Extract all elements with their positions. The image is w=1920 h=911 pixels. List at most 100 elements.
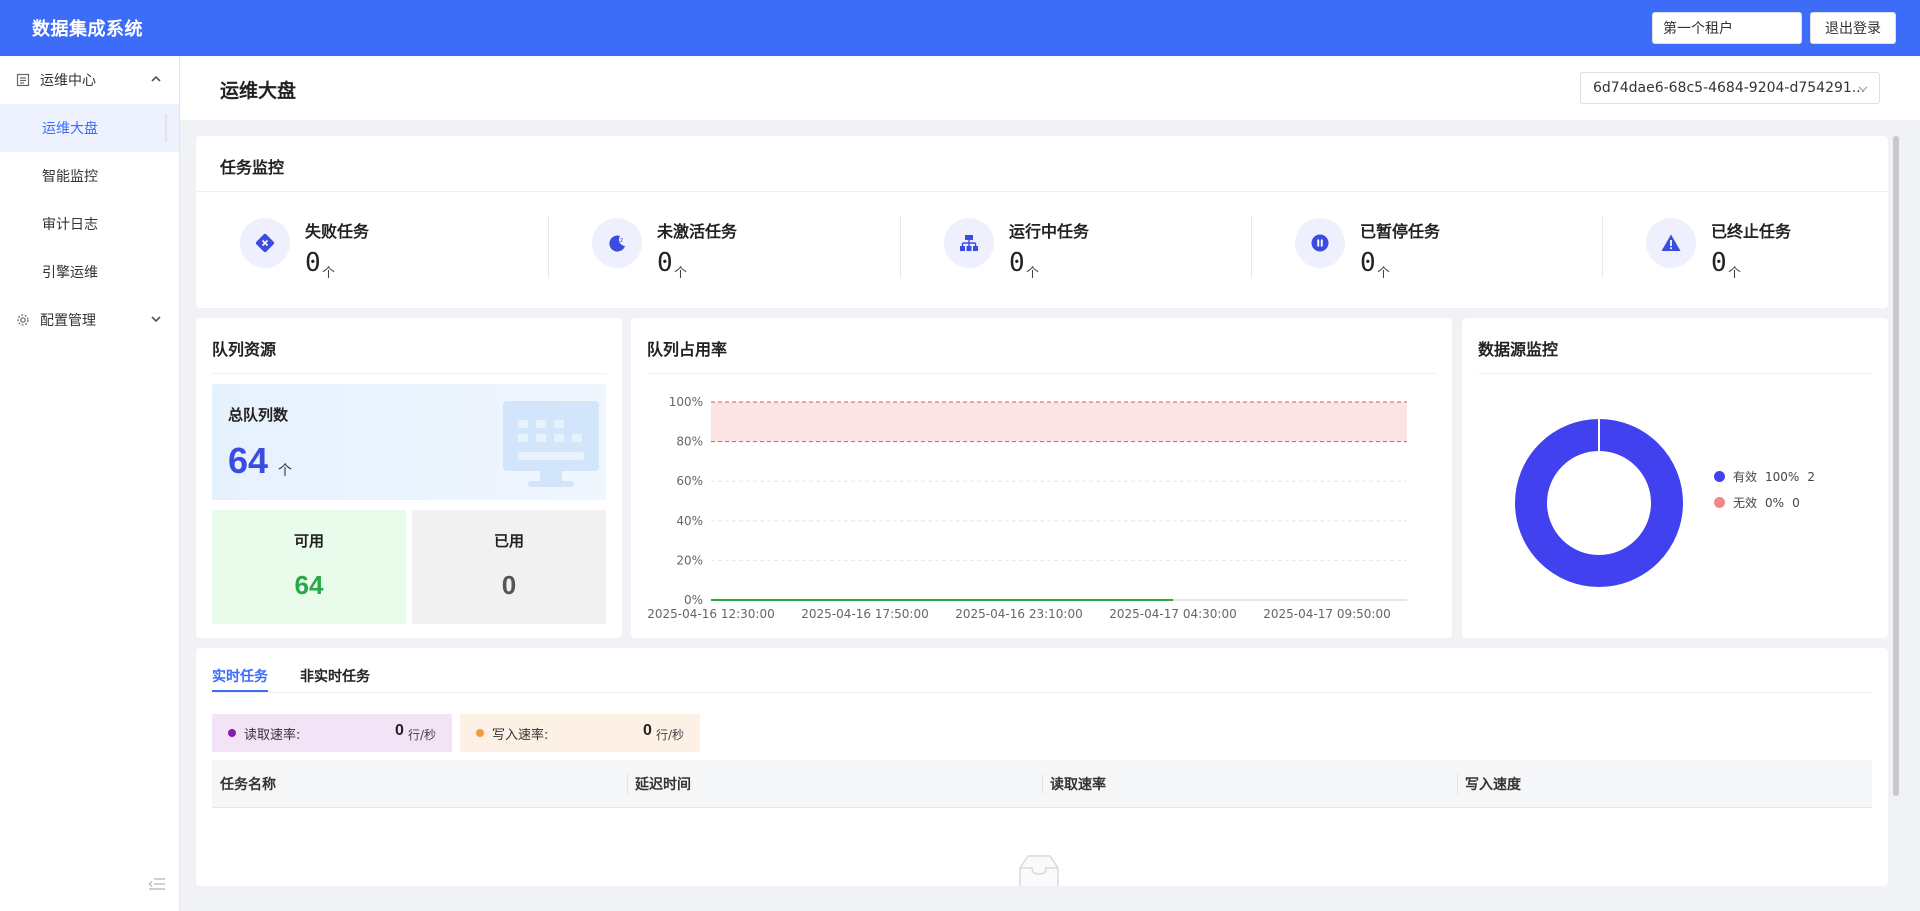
x-tick-label: 2025-04-16 12:30:00 [647, 607, 774, 621]
pie-slice [1515, 419, 1683, 587]
legend-count: 0 [1792, 495, 1800, 510]
stat-running-tasks[interactable]: 运行中任务 0 个 [900, 192, 1238, 308]
legend-dot [1714, 471, 1725, 482]
sidebar-item-engine-ops[interactable]: 引擎运维 [0, 248, 179, 296]
stat-value: 0 [1360, 248, 1376, 278]
stat-value: 0 [657, 248, 673, 278]
available-label: 可用 [293, 532, 324, 550]
chevron-down-icon [1857, 83, 1869, 95]
stat-failed-tasks[interactable]: 失败任务 0 个 [196, 192, 534, 308]
chevron-down-icon [149, 312, 163, 326]
y-tick-label: 20% [676, 553, 703, 567]
tab-realtime-tasks[interactable]: 实时任务 [212, 666, 268, 686]
page-scrollbar[interactable] [1893, 136, 1899, 796]
stat-label: 未激活任务 [657, 222, 738, 241]
total-queues-label: 总队列数 [228, 406, 289, 424]
collapse-sidebar-icon[interactable] [148, 877, 166, 891]
column-header-write-speed[interactable]: 写入速度 [1465, 774, 1521, 794]
x-tick-label: 2025-04-16 17:50:00 [801, 607, 928, 621]
gear-icon [16, 313, 30, 327]
page-title: 运维大盘 [220, 80, 297, 102]
stat-unit: 个 [1026, 266, 1040, 281]
y-tick-label: 40% [676, 514, 703, 528]
legend-percent: 100% [1765, 469, 1800, 484]
stat-paused-tasks[interactable]: 已暂停任务 0 个 [1251, 192, 1589, 308]
divider [1042, 774, 1043, 794]
legend-item-valid[interactable]: 有效 100% 2 [1714, 468, 1815, 485]
stat-label: 运行中任务 [1009, 222, 1090, 241]
used-queues-box: 已用 0 [412, 510, 606, 624]
queue-usage-chart: 0% 20% 40% 60% 80% 100% 2025-04-16 12:30:00 202… [647, 395, 1407, 621]
app-title: 数据集成系统 [32, 19, 143, 40]
project-select-value: 6d74dae6-68c5-4684-9204-d754291... [1593, 80, 1866, 96]
queue-resource-title: 队列资源 [212, 340, 277, 359]
read-rate-unit: 行/秒 [408, 728, 437, 742]
column-header-task-name[interactable]: 任务名称 [220, 774, 276, 794]
pause-icon [1295, 218, 1345, 268]
datasource-monitor-card: 数据源监控 有效 100% 2 无效 0% 0 [1462, 318, 1888, 638]
stat-inactive-tasks[interactable]: z 未激活任务 0 个 [548, 192, 886, 308]
sidebar: 运维中心 运维大盘 智能监控 审计日志 引擎运维 配置管理 [0, 56, 180, 911]
stat-unit: 个 [1377, 266, 1391, 281]
sidebar-item-audit-log[interactable]: 审计日志 [0, 200, 179, 248]
available-value: 64 [294, 570, 324, 600]
available-queues-box: 可用 64 [212, 510, 406, 624]
legend-count: 2 [1807, 469, 1815, 484]
column-header-read-rate[interactable]: 读取速率 [1050, 774, 1106, 794]
column-header-delay[interactable]: 延迟时间 [635, 774, 691, 794]
datasource-monitor-title: 数据源监控 [1478, 340, 1559, 359]
datasource-donut-chart [1515, 419, 1683, 587]
menu-group-label: 配置管理 [40, 313, 96, 329]
divider [1251, 216, 1252, 278]
sidebar-item-smart-monitor[interactable]: 智能监控 [0, 152, 179, 200]
chevron-up-icon [149, 72, 163, 86]
queue-usage-card: 队列占用率 0% 20% 40% 60% 80% 100% 2025-04-16 12:30… [631, 318, 1452, 638]
x-tick-label: 2025-04-17 09:50:00 [1263, 607, 1390, 621]
divider [627, 774, 628, 794]
project-select[interactable]: 6d74dae6-68c5-4684-9204-d754291... [1580, 72, 1880, 104]
task-monitor-title: 任务监控 [220, 158, 285, 177]
logout-button[interactable]: 退出登录 [1810, 12, 1896, 44]
write-rate-dot [476, 729, 484, 737]
legend-name: 无效 [1733, 496, 1758, 510]
menu-group-config[interactable]: 配置管理 [0, 296, 179, 344]
realtime-task-card: 实时任务 非实时任务 读取速率: 0 行/秒 写入速率: 0 行/秒 任务名称 … [196, 648, 1888, 886]
tab-non-realtime-tasks[interactable]: 非实时任务 [300, 666, 370, 686]
top-bar: 数据集成系统 第一个租户 退出登录 [0, 0, 1920, 56]
y-tick-label: 80% [676, 435, 703, 449]
total-queues-unit: 个 [278, 463, 292, 479]
stat-value: 0 [305, 248, 321, 278]
write-rate-value: 0 [643, 722, 652, 739]
stat-value: 0 [1711, 248, 1727, 278]
y-tick-label: 100% [669, 395, 703, 409]
divider [900, 216, 901, 278]
read-rate-value: 0 [395, 722, 404, 739]
queue-resource-card: 队列资源 总队列数 64 个 可用 64 已用 0 [196, 318, 622, 638]
list-icon [16, 73, 30, 87]
legend-item-invalid[interactable]: 无效 0% 0 [1714, 494, 1800, 511]
write-rate-unit: 行/秒 [656, 728, 685, 742]
moon-sleep-icon: z [592, 218, 642, 268]
stat-terminated-tasks[interactable]: 已终止任务 0 个 [1602, 192, 1920, 308]
total-queues-box: 总队列数 64 个 [212, 384, 606, 500]
sitemap-icon [944, 218, 994, 268]
stat-unit: 个 [674, 266, 688, 281]
menu-group-label: 运维中心 [40, 73, 96, 89]
empty-box-icon [1014, 852, 1064, 886]
page-header: 运维大盘 6d74dae6-68c5-4684-9204-d754291... [180, 56, 1920, 120]
sidebar-item-ops-dashboard[interactable]: 运维大盘 [0, 104, 179, 152]
divider [1478, 373, 1872, 374]
stat-value: 0 [1009, 248, 1025, 278]
stat-label: 已暂停任务 [1360, 222, 1441, 241]
threshold-band [711, 402, 1407, 442]
tenant-select[interactable]: 第一个租户 [1652, 12, 1802, 44]
menu-group-ops-center[interactable]: 运维中心 [0, 56, 179, 104]
task-monitor-card: 任务监控 失败任务 0 个 z 未激活任务 0 个 运行中任务 0 个 已暂停任… [196, 136, 1888, 308]
read-rate-label: 读取速率: [244, 727, 301, 743]
total-queues-value: 64 [228, 440, 269, 481]
y-tick-label: 60% [676, 474, 703, 488]
legend-dot [1714, 497, 1725, 508]
stat-unit: 个 [1728, 266, 1742, 281]
used-value: 0 [501, 570, 517, 600]
read-rate-dot [228, 729, 236, 737]
